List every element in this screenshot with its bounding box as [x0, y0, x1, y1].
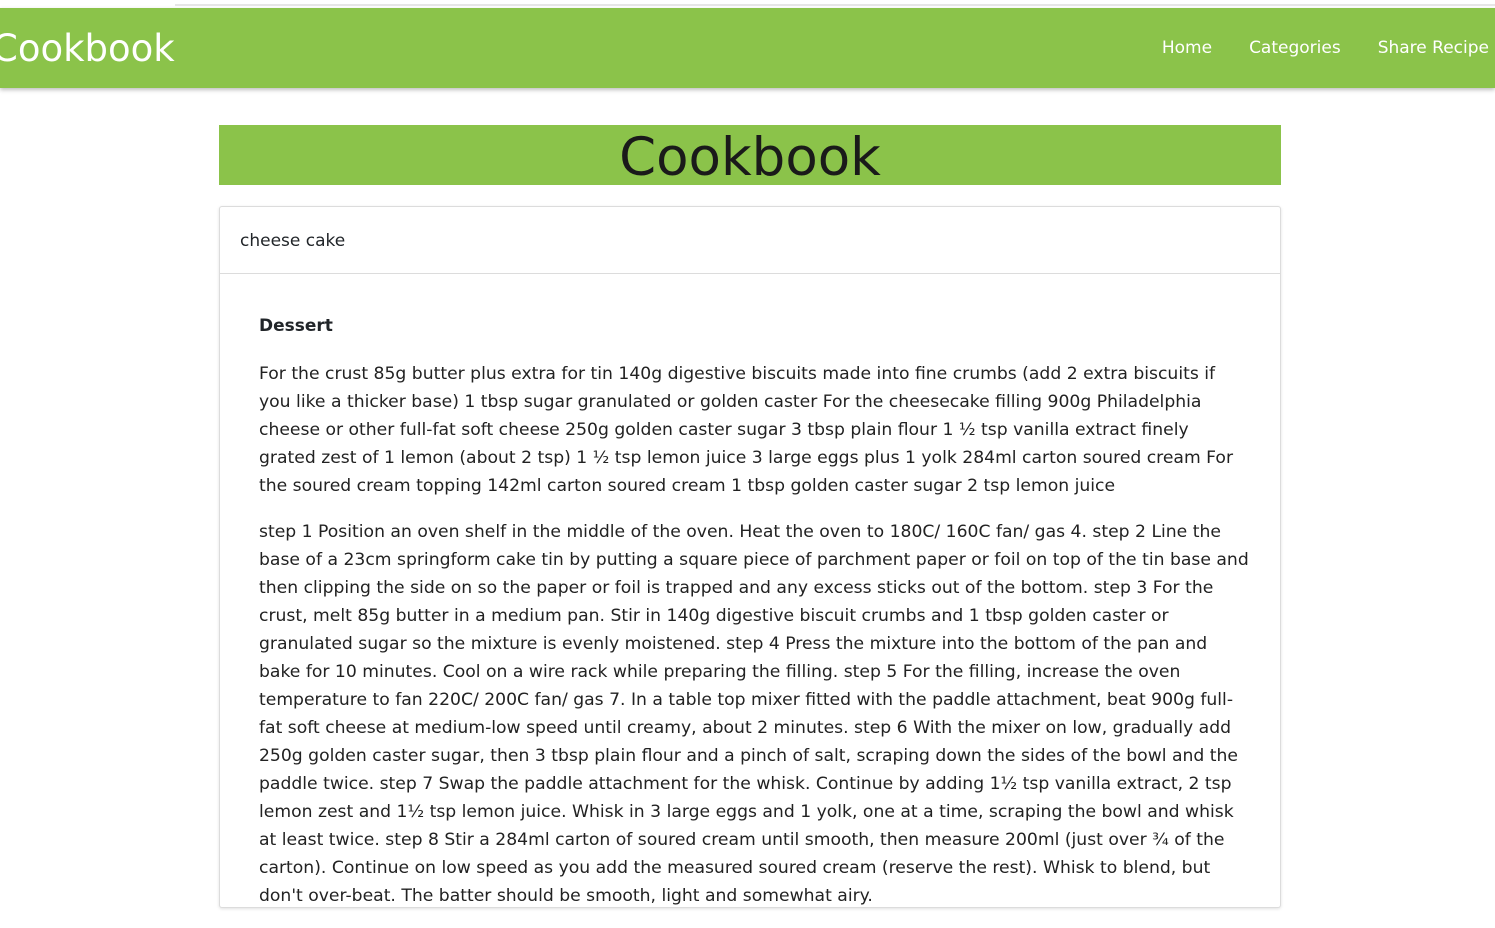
- recipe-card-body: Dessert For the crust 85g butter plus ex…: [259, 314, 1249, 928]
- recipe-ingredients: For the crust 85g butter plus extra for …: [259, 364, 1234, 496]
- recipe-card-header: cheese cake: [220, 207, 1280, 274]
- nav-link-categories[interactable]: Categories: [1249, 36, 1341, 60]
- hero-title: Cookbook: [619, 127, 881, 185]
- nav-link-share-recipe[interactable]: Share Recipe: [1378, 36, 1489, 60]
- nav-links: Home Categories Share Recipe: [1125, 36, 1489, 60]
- recipe-steps: step 1 Position an oven shelf in the mid…: [259, 522, 1249, 906]
- hero-banner: Cookbook: [219, 125, 1281, 185]
- navbar-brand[interactable]: Cookbook: [0, 27, 175, 71]
- navbar: Cookbook Home Categories Share Recipe: [0, 8, 1495, 88]
- top-divider: [175, 4, 1495, 6]
- browser-top-strip: [0, 0, 1495, 8]
- recipe-name: cheese cake: [240, 231, 346, 251]
- recipe-card: cheese cake Dessert For the crust 85g bu…: [219, 206, 1281, 908]
- nav-link-home[interactable]: Home: [1162, 36, 1212, 60]
- recipe-category: Dessert: [259, 316, 333, 336]
